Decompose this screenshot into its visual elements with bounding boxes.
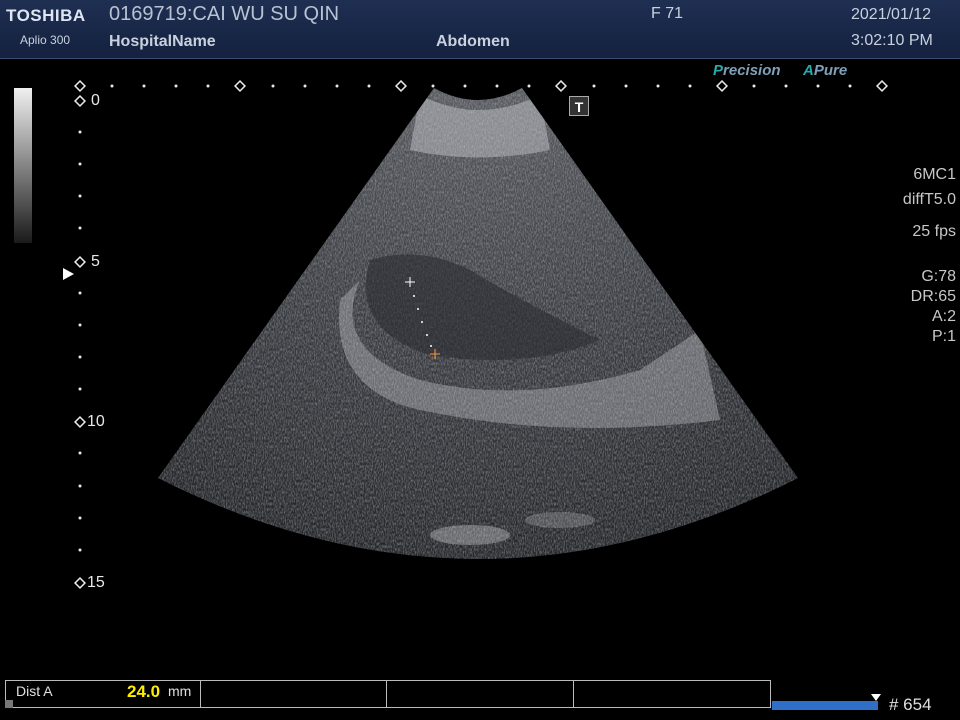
- measurement-cell-empty: [200, 681, 387, 707]
- dynamic-range-value: DR:65: [910, 288, 956, 305]
- depth-label-5: 5: [91, 253, 100, 270]
- depth-scale: [78, 130, 82, 552]
- a-value: A:2: [931, 308, 956, 325]
- text-tool-icon[interactable]: T: [569, 96, 589, 116]
- measurement-value: 24.0: [127, 682, 161, 701]
- measurement-bar: Dist A 24.0 mm: [5, 680, 771, 708]
- cine-position-marker-icon[interactable]: [871, 694, 881, 701]
- depth-label-0: 0: [91, 92, 100, 109]
- frame-number: # 654: [889, 695, 932, 714]
- measurement-cell-empty: [387, 681, 574, 707]
- depth-label-10: 10: [87, 413, 105, 430]
- p-value: P:1: [931, 328, 956, 345]
- gain-value: G:78: [921, 268, 956, 285]
- ultrasound-image: [73, 79, 889, 590]
- depth-label-15: 15: [87, 574, 105, 591]
- status-marker: [5, 700, 13, 708]
- measurement-unit: mm: [168, 683, 192, 699]
- lateral-scale: [73, 79, 889, 93]
- measurement-label: Dist A: [16, 683, 53, 699]
- probe-name: 6MC1: [913, 166, 956, 183]
- imaging-mode: diffT5.0: [902, 191, 956, 208]
- frame-rate: 25 fps: [912, 223, 956, 240]
- cine-progress-bar[interactable]: [772, 701, 878, 710]
- measurement-cell[interactable]: Dist A 24.0 mm: [6, 681, 201, 707]
